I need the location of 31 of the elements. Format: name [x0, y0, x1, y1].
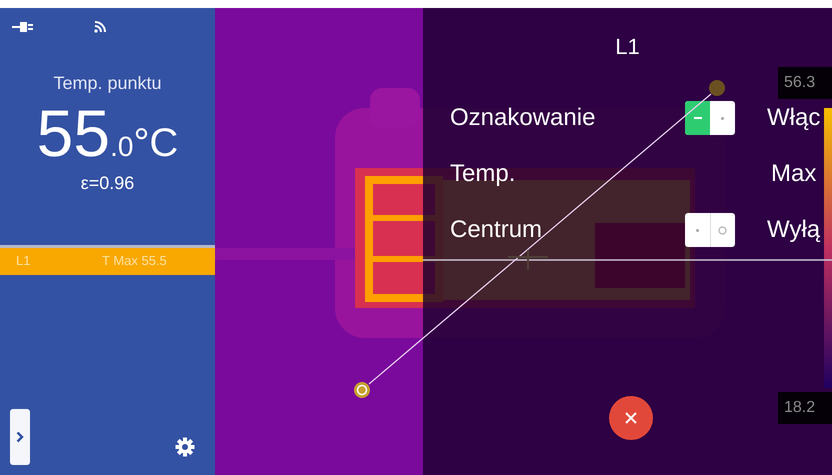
circle-icon	[718, 226, 728, 234]
minus-icon	[694, 117, 702, 119]
measurement-bar[interactable]: L1 T Max 55.5	[0, 244, 215, 275]
expand-tab[interactable]	[10, 408, 30, 465]
measurement-name: L1	[16, 252, 32, 270]
setting-value: Max	[771, 159, 818, 189]
panel-title: L1	[615, 34, 640, 59]
close-button[interactable]	[609, 396, 653, 440]
temperature-value: 55.0°C	[36, 97, 178, 170]
line-handle[interactable]	[354, 382, 370, 398]
dot-icon	[721, 116, 724, 120]
scale-min-value: 18.2	[778, 392, 832, 424]
chevron-icon	[16, 430, 24, 443]
setting-value: Włąc	[767, 103, 822, 133]
settings-icon[interactable]	[175, 436, 195, 457]
close-icon	[624, 411, 638, 425]
dot-icon	[696, 228, 699, 232]
measurement-reading: T Max 55.5	[102, 252, 167, 270]
setting-label: Temp.	[450, 159, 516, 189]
line-handle[interactable]	[709, 80, 725, 96]
toggle-switch[interactable]	[685, 213, 735, 247]
scale-max-value: 56.3	[778, 67, 832, 99]
toggle-switch[interactable]	[685, 101, 735, 135]
reading-label: Temp. punktu	[52, 72, 163, 95]
emissivity-value: ε=0.96	[80, 172, 134, 193]
setting-label: Oznakowanie	[450, 103, 596, 133]
setting-label: Centrum	[450, 215, 542, 245]
crosshair-icon	[507, 249, 549, 271]
plug-icon	[12, 21, 34, 33]
signal-icon	[94, 21, 106, 33]
setting-value: Wyłą	[767, 215, 822, 245]
